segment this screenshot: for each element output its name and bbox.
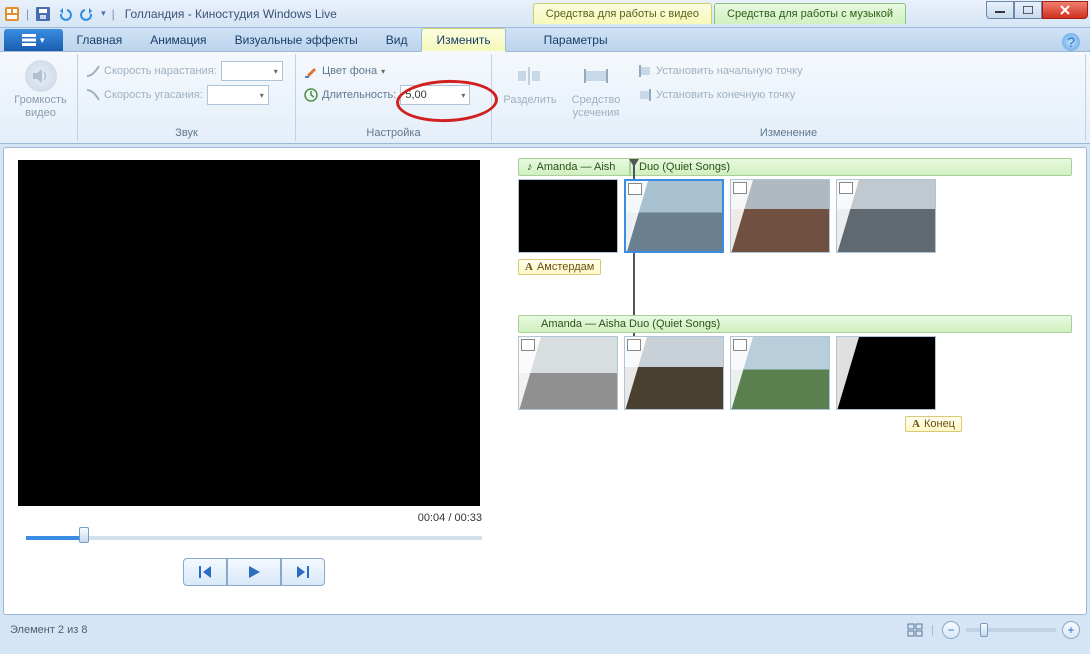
group-label-sound: Звук <box>78 127 295 139</box>
split-button[interactable]: Разделить <box>500 60 560 107</box>
zoom-out-button[interactable]: − <box>942 621 960 639</box>
text-icon: A <box>525 261 533 273</box>
minimize-button[interactable] <box>986 1 1014 19</box>
fade-in-combo[interactable]: ▾ <box>221 61 283 81</box>
trim-button[interactable]: Средство усечения <box>566 60 626 120</box>
play-button[interactable] <box>227 558 281 586</box>
fade-out-icon <box>86 88 100 102</box>
clock-icon <box>304 88 318 102</box>
clip-6[interactable] <box>624 336 724 410</box>
clip-title[interactable] <box>518 179 618 253</box>
close-button[interactable] <box>1042 1 1088 19</box>
ribbon-tabs: ▾ Главная Анимация Визуальные эффекты Ви… <box>0 28 1090 52</box>
window-controls <box>986 1 1088 19</box>
seek-bar[interactable] <box>18 526 490 546</box>
film-icon <box>733 339 747 351</box>
trim-icon <box>580 60 612 92</box>
save-icon[interactable] <box>35 6 51 22</box>
video-volume-button[interactable]: Громкость видео <box>12 60 69 120</box>
caption-end[interactable]: A Конец <box>905 416 962 432</box>
tab-effects[interactable]: Визуальные эффекты <box>221 29 372 51</box>
zoom-thumb[interactable] <box>980 623 988 637</box>
duration-combo[interactable]: 5,00▾ <box>400 85 470 105</box>
window-title: Голландия - Киностудия Windows Live <box>125 7 337 21</box>
caption-amsterdam[interactable]: A Амстердам <box>518 259 601 275</box>
next-frame-button[interactable] <box>281 558 325 586</box>
music-strip-1a[interactable]: ♪ Amanda — Aish <box>518 158 630 176</box>
fade-in-row: Скорость нарастания: ▾ <box>86 60 283 82</box>
text-icon: A <box>912 418 920 430</box>
speaker-icon <box>25 60 57 92</box>
status-item-count: Элемент 2 из 8 <box>10 624 87 636</box>
context-tab-music[interactable]: Средства для работы с музыкой <box>714 3 906 24</box>
set-end-button[interactable]: Установить конечную точку <box>638 84 803 106</box>
film-icon <box>839 182 853 194</box>
tab-params[interactable]: Параметры <box>530 29 622 51</box>
tab-view[interactable]: Вид <box>372 29 422 51</box>
group-label-settings: Настройка <box>296 127 491 139</box>
film-icon <box>627 339 641 351</box>
music-note-icon: ♪ <box>527 161 533 173</box>
end-point-icon <box>638 89 652 101</box>
fade-out-row: Скорость угасания: ▾ <box>86 84 283 106</box>
paint-icon <box>304 64 318 78</box>
redo-icon[interactable] <box>79 6 95 22</box>
film-icon <box>521 339 535 351</box>
music-strip-1b[interactable]: Duo (Quiet Songs) <box>630 158 1072 176</box>
clip-5[interactable] <box>518 336 618 410</box>
zoom-in-button[interactable]: + <box>1062 621 1080 639</box>
clip-end[interactable] <box>836 336 936 410</box>
file-menu-button[interactable]: ▾ <box>4 29 63 51</box>
film-icon <box>628 183 642 195</box>
context-tab-video[interactable]: Средства для работы с видео <box>533 3 712 24</box>
tab-home[interactable]: Главная <box>63 29 137 51</box>
clip-7[interactable] <box>730 336 830 410</box>
video-preview[interactable] <box>18 160 480 506</box>
title-bar: | ▾ | Голландия - Киностудия Windows Liv… <box>0 0 1090 28</box>
zoom-control: − + <box>942 621 1080 639</box>
maximize-button[interactable] <box>1014 1 1042 19</box>
preview-pane: 00:04 / 00:33 <box>4 148 504 614</box>
qat-separator: | <box>26 7 29 21</box>
zoom-slider[interactable] <box>966 628 1056 632</box>
undo-icon[interactable] <box>57 6 73 22</box>
film-icon <box>733 182 747 194</box>
split-icon <box>514 60 546 92</box>
set-start-button[interactable]: Установить начальную точку <box>638 60 803 82</box>
status-bar: Элемент 2 из 8 | − + <box>0 618 1090 642</box>
app-icon <box>4 6 20 22</box>
qat-separator: | <box>112 7 115 21</box>
main-area: 00:04 / 00:33 ♪ Amanda — Aish Duo (Quiet… <box>3 147 1087 615</box>
transport-controls <box>18 558 490 586</box>
clip-3[interactable] <box>730 179 830 253</box>
seek-thumb[interactable] <box>79 527 89 543</box>
status-separator: | <box>931 624 934 636</box>
quick-access-toolbar: | ▾ | <box>4 6 115 22</box>
ribbon: Громкость видео Скорость нарастания: ▾ С… <box>0 52 1090 144</box>
clip-2[interactable] <box>624 179 724 253</box>
fade-in-icon <box>86 64 100 78</box>
time-display: 00:04 / 00:33 <box>18 506 490 526</box>
fade-out-combo[interactable]: ▾ <box>207 85 269 105</box>
tab-edit[interactable]: Изменить <box>421 28 505 52</box>
clip-4[interactable] <box>836 179 936 253</box>
tab-animation[interactable]: Анимация <box>136 29 220 51</box>
start-point-icon <box>638 65 652 77</box>
storyboard-pane[interactable]: ♪ Amanda — Aish Duo (Quiet Songs) A Амст… <box>504 148 1086 614</box>
help-icon[interactable]: ? <box>1062 33 1080 51</box>
music-strip-2[interactable]: Amanda — Aisha Duo (Quiet Songs) <box>518 315 1072 333</box>
group-label-edit: Изменение <box>492 127 1085 139</box>
view-thumbnails-icon[interactable] <box>907 623 923 637</box>
qat-dropdown-icon[interactable]: ▾ <box>101 8 106 19</box>
bgcolor-button[interactable]: Цвет фона ▾ <box>304 60 470 82</box>
prev-frame-button[interactable] <box>183 558 227 586</box>
duration-row: Длительность: 5,00▾ <box>304 84 470 106</box>
